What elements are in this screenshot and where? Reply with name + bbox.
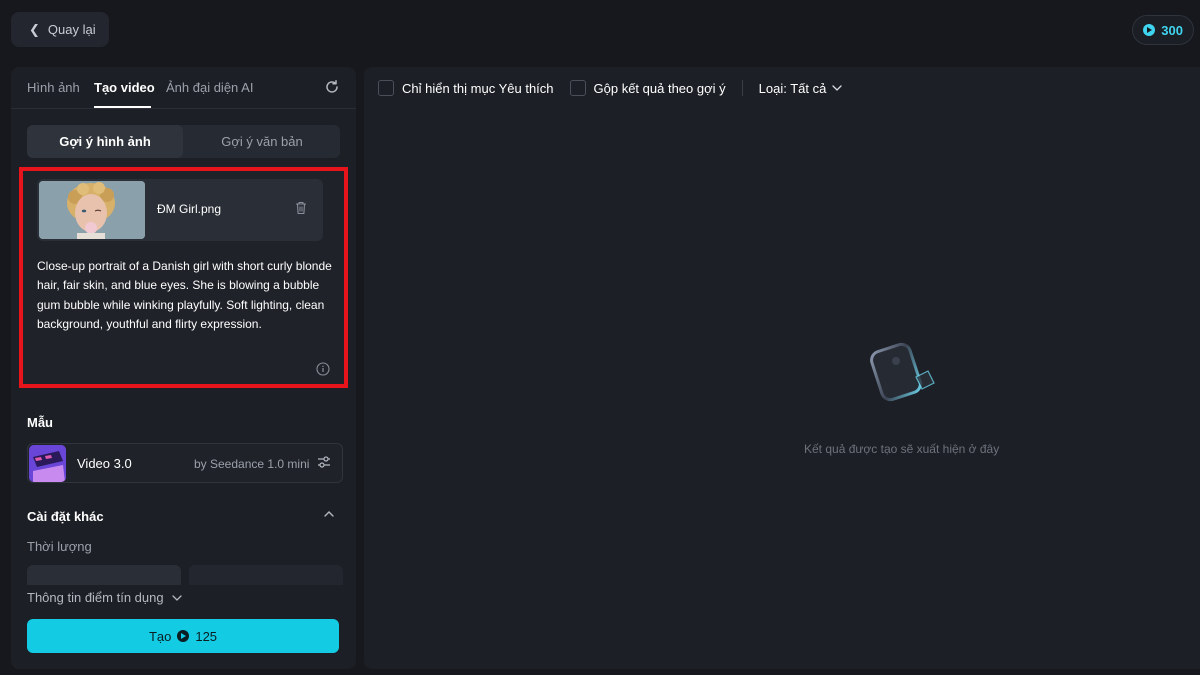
credits-value: 300 [1161, 22, 1183, 38]
group-label: Gộp kết quả theo gợi ý [593, 80, 726, 96]
prompt-type-switch: Gợi ý hình ảnh Gợi ý văn bản [27, 125, 340, 158]
group-checkbox[interactable] [569, 80, 586, 96]
credits-badge[interactable]: 300 [1132, 15, 1194, 45]
other-settings-title: Cài đặt khác [27, 509, 104, 524]
image-placeholder-icon [870, 342, 935, 402]
other-settings-toggle[interactable]: Cài đặt khác [27, 507, 335, 527]
group-filter[interactable]: Gộp kết quả theo gợi ý [569, 80, 726, 96]
type-dropdown[interactable]: Loại: Tất cả [759, 81, 843, 96]
model-selector[interactable]: Video 3.0 by Seedance 1.0 mini [27, 443, 343, 483]
tab-create-video[interactable]: Tạo video [94, 80, 155, 95]
segment-image-prompt[interactable]: Gợi ý hình ảnh [27, 125, 183, 158]
results-filters: Chỉ hiển thị mục Yêu thích Gộp kết quả t… [378, 79, 842, 97]
sliders-icon[interactable] [317, 455, 331, 469]
credit-info-toggle[interactable]: Thông tin điểm tín dụng [27, 590, 182, 605]
duration-option[interactable] [189, 565, 343, 585]
chevron-left-icon: ❮ [29, 21, 40, 37]
type-label: Loại: Tất cả [758, 80, 827, 96]
back-button[interactable]: ❮ Quay lại [11, 12, 109, 47]
create-button[interactable]: Tạo 125 [27, 619, 339, 653]
uploaded-image-thumbnail [39, 181, 145, 239]
refresh-icon[interactable] [324, 79, 340, 95]
model-provider: by Seedance 1.0 mini [194, 457, 310, 471]
favorites-label: Chỉ hiển thị mục Yêu thích [402, 80, 554, 96]
create-cost: 125 [195, 628, 218, 644]
filter-divider [741, 80, 743, 96]
create-label: Tạo [148, 628, 172, 644]
app-root: ❮ Quay lại 300 Hình ảnh Tạo video Ảnh đạ… [0, 0, 1200, 675]
chevron-down-icon [171, 594, 182, 601]
chevron-up-icon [324, 511, 334, 517]
coin-icon [177, 630, 190, 642]
back-label: Quay lại [47, 22, 96, 37]
model-thumbnail [29, 445, 66, 482]
trash-icon[interactable] [295, 201, 307, 215]
uploaded-file-card: ĐM Girl.png [37, 179, 323, 241]
tab-image[interactable]: Hình ảnh [27, 80, 80, 95]
duration-option[interactable] [27, 565, 181, 585]
active-tab-indicator [94, 106, 151, 108]
results-panel: Chỉ hiển thị mục Yêu thích Gộp kết quả t… [364, 67, 1200, 669]
model-section-title: Mẫu [27, 415, 53, 430]
tab-ai-avatar[interactable]: Ảnh đại diện AI [166, 80, 253, 95]
coin-icon [1143, 24, 1156, 36]
prompt-box-highlighted: ĐM Girl.png Close-up portrait of a Danis… [19, 167, 348, 388]
credit-info-label: Thông tin điểm tín dụng [27, 590, 164, 605]
left-panel: Hình ảnh Tạo video Ảnh đại diện AI Gợi ý… [11, 67, 356, 669]
segment-text-prompt[interactable]: Gợi ý văn bản [184, 125, 340, 158]
model-name: Video 3.0 [77, 456, 132, 471]
info-icon[interactable] [316, 362, 330, 376]
empty-state-message: Kết quả được tạo sẽ xuất hiện ở đây [804, 442, 1000, 456]
favorites-filter[interactable]: Chỉ hiển thị mục Yêu thích [378, 80, 554, 96]
uploaded-file-name: ĐM Girl.png [157, 202, 222, 216]
prompt-textarea[interactable]: Close-up portrait of a Danish girl with … [37, 257, 333, 335]
chevron-down-icon [832, 85, 842, 91]
mode-tabs: Hình ảnh Tạo video Ảnh đại diện AI [11, 67, 356, 109]
favorites-checkbox[interactable] [378, 80, 394, 96]
duration-label: Thời lượng [27, 539, 92, 554]
